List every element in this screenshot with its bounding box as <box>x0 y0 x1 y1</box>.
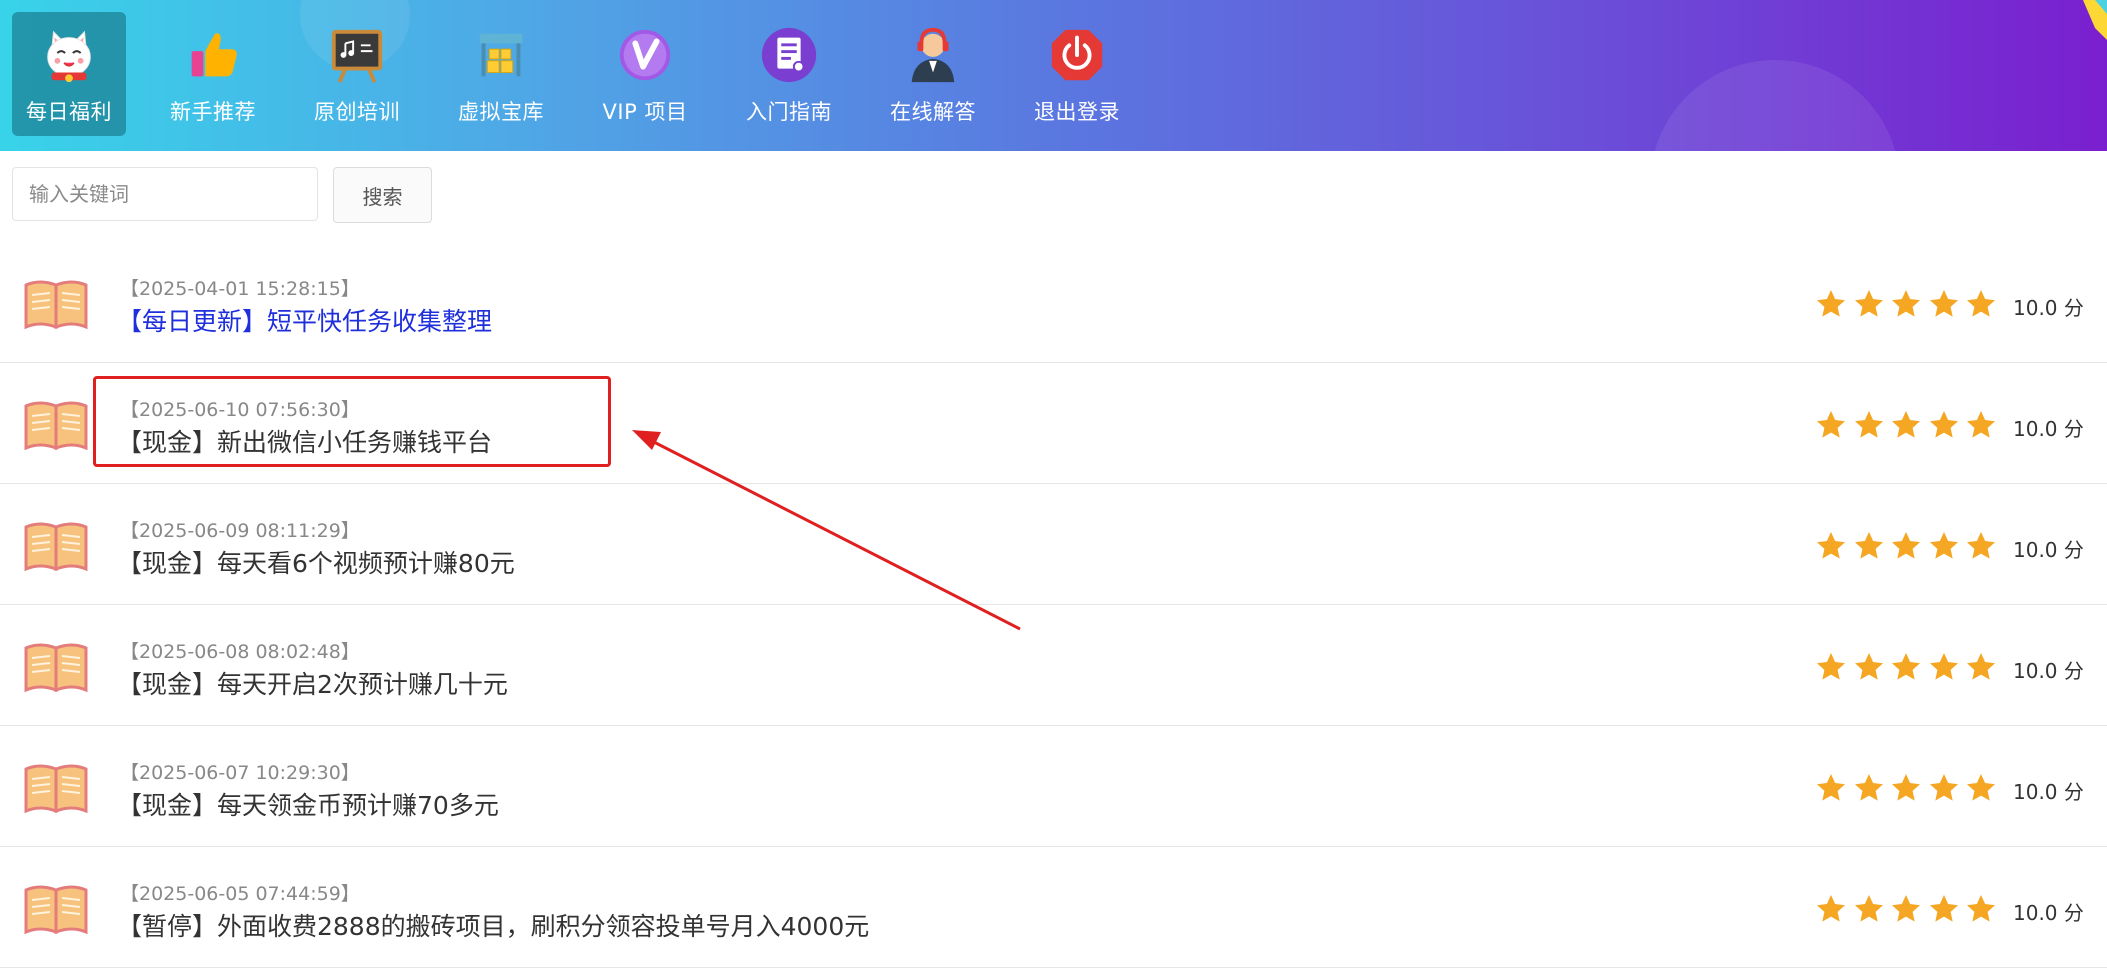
star-icon <box>1892 411 1920 438</box>
list-item[interactable]: 【2025-06-05 07:44:59】 【暂停】外面收费2888的搬砖项目，刷… <box>0 847 2107 968</box>
item-date: 【2025-06-07 10:29:30】 <box>120 762 360 784</box>
open-book-icon <box>24 884 88 936</box>
star-icon <box>1967 895 1995 922</box>
nav-label: 退出登录 <box>1034 100 1120 124</box>
vip-badge-icon <box>619 29 671 81</box>
chalkboard-icon <box>331 29 383 83</box>
star-icon <box>1854 290 1883 317</box>
rating-score: 10.0 分 <box>2013 417 2084 441</box>
rating-stars <box>1815 772 2003 804</box>
nav-label: 入门指南 <box>746 100 832 124</box>
item-title-link[interactable]: 【现金】每天领金币预计赚70多元 <box>117 786 499 822</box>
nav-label: VIP 项目 <box>602 100 688 124</box>
list-item[interactable]: 【2025-06-09 08:11:29】 【现金】每天看6个视频预计赚80元 10… <box>0 484 2107 605</box>
star-icon <box>1854 653 1883 680</box>
star-icon <box>1892 774 1920 801</box>
nav-label: 新手推荐 <box>170 100 256 124</box>
nav-item-beginner-recommend[interactable]: 新手推荐 <box>156 12 270 136</box>
corner-badge-icon[interactable] <box>2075 0 2107 40</box>
star-icon <box>1929 774 1958 801</box>
item-date: 【2025-06-08 08:02:48】 <box>120 641 360 663</box>
star-icon <box>1817 895 1845 922</box>
star-icon <box>1892 290 1920 317</box>
thumbs-up-icon <box>191 33 237 77</box>
star-icon <box>1967 653 1995 680</box>
rating-score: 10.0 分 <box>2013 296 2084 320</box>
star-icon <box>1854 895 1883 922</box>
lucky-cat-icon <box>47 30 91 83</box>
open-book-icon <box>24 642 88 694</box>
star-icon <box>1817 411 1845 438</box>
star-icon <box>1967 532 1995 559</box>
star-icon <box>1854 411 1883 438</box>
star-icon <box>1929 532 1958 559</box>
nav-item-vip-project[interactable]: VIP 项目 <box>588 12 702 136</box>
nav-item-online-answers[interactable]: 在线解答 <box>876 12 990 136</box>
star-icon <box>1929 653 1958 680</box>
nav-item-logout[interactable]: 退出登录 <box>1020 12 1134 136</box>
support-agent-icon <box>911 27 955 83</box>
list-item[interactable]: 【2025-06-07 10:29:30】 【现金】每天领金币预计赚70多元 10.… <box>0 726 2107 847</box>
rating-stars <box>1815 530 2003 562</box>
nav-item-getting-started[interactable]: 入门指南 <box>732 12 846 136</box>
open-book-icon <box>24 521 88 573</box>
item-date: 【2025-06-09 08:11:29】 <box>120 520 360 542</box>
item-title-link[interactable]: 【现金】每天看6个视频预计赚80元 <box>117 544 515 580</box>
list-item[interactable]: 【2025-06-08 08:02:48】 【现金】每天开启2次预计赚几十元 10.… <box>0 605 2107 726</box>
open-book-icon <box>24 400 88 452</box>
item-date: 【2025-06-05 07:44:59】 <box>120 883 360 905</box>
star-icon <box>1817 653 1845 680</box>
rating-stars <box>1815 893 2003 925</box>
annotation-highlight-box <box>93 376 611 467</box>
nav-label: 每日福利 <box>26 100 112 124</box>
nav-item-virtual-treasury[interactable]: 虚拟宝库 <box>444 12 558 136</box>
star-icon <box>1967 774 1995 801</box>
rating-stars <box>1815 409 2003 441</box>
document-icon <box>761 27 817 83</box>
decor-bubble <box>1650 60 1900 151</box>
star-icon <box>1892 532 1920 559</box>
top-nav-bar: 每日福利 新手推荐 原创培训 虚拟宝库 VIP 项目 入门指南 在线解答 退出登… <box>0 0 2107 151</box>
open-book-icon <box>24 763 88 815</box>
star-icon <box>1929 411 1958 438</box>
star-icon <box>1854 532 1883 559</box>
rating-stars <box>1815 288 2003 320</box>
star-icon <box>1929 290 1958 317</box>
nav-label: 原创培训 <box>314 100 400 124</box>
search-input[interactable] <box>12 167 318 221</box>
treasure-stack-icon <box>479 33 523 77</box>
rating-score: 10.0 分 <box>2013 538 2084 562</box>
open-book-icon <box>24 279 88 331</box>
star-icon <box>1967 411 1995 438</box>
power-icon <box>1051 29 1103 81</box>
star-icon <box>1892 895 1920 922</box>
nav-label: 在线解答 <box>890 100 976 124</box>
item-date: 【2025-04-01 15:28:15】 <box>120 278 360 300</box>
item-title-link[interactable]: 【现金】每天开启2次预计赚几十元 <box>117 665 508 701</box>
star-icon <box>1817 774 1845 801</box>
star-icon <box>1854 774 1883 801</box>
nav-item-daily-welfare[interactable]: 每日福利 <box>12 12 126 136</box>
nav-label: 虚拟宝库 <box>458 100 544 124</box>
star-icon <box>1817 290 1845 317</box>
item-title-link[interactable]: 【每日更新】短平快任务收集整理 <box>117 302 492 338</box>
search-button[interactable]: 搜索 <box>333 167 432 223</box>
rating-score: 10.0 分 <box>2013 659 2084 683</box>
item-title-link[interactable]: 【暂停】外面收费2888的搬砖项目，刷积分领容投单号月入4000元 <box>117 907 869 943</box>
star-icon <box>1967 290 1995 317</box>
rating-score: 10.0 分 <box>2013 780 2084 804</box>
list-item[interactable]: 【2025-04-01 15:28:15】 【每日更新】短平快任务收集整理 10.0… <box>0 242 2107 363</box>
star-icon <box>1929 895 1958 922</box>
rating-stars <box>1815 651 2003 683</box>
nav-item-original-training[interactable]: 原创培训 <box>300 12 414 136</box>
rating-score: 10.0 分 <box>2013 901 2084 925</box>
star-icon <box>1817 532 1845 559</box>
star-icon <box>1892 653 1920 680</box>
